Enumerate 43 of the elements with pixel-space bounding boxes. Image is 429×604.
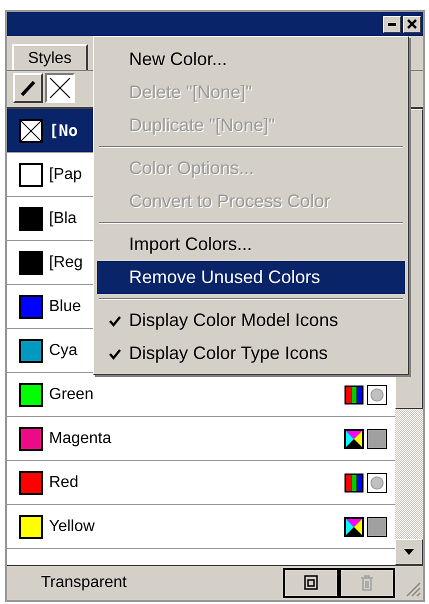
process-type-icon (367, 516, 387, 536)
spot-type-icon (367, 472, 387, 492)
swatch-name: [Pap (49, 166, 82, 184)
swatch-name: [Bla (49, 210, 77, 228)
rgb-model-icon (344, 384, 364, 404)
status-text: Transparent (41, 574, 128, 592)
swatch-name: Red (49, 474, 78, 492)
trash-icon (359, 574, 375, 592)
swatch-name: [No (49, 121, 78, 140)
swatch-row[interactable]: Magenta (7, 417, 395, 461)
none-swatch-button[interactable] (45, 73, 75, 103)
spot-type-icon (367, 384, 387, 404)
process-type-icon (367, 428, 387, 448)
swatch-name: Yellow (49, 518, 95, 536)
menu-item[interactable]: Import Colors... (97, 228, 405, 261)
rgb-model-icon (344, 472, 364, 492)
cmyk-model-icon (344, 428, 364, 448)
pencil-icon (18, 78, 38, 98)
menu-item[interactable]: Display Color Type Icons (97, 337, 405, 370)
cmyk-model-icon (344, 516, 364, 536)
swatch-name: Green (49, 386, 94, 404)
swatch-name: Cya (49, 342, 78, 360)
close-button[interactable] (403, 16, 421, 32)
none-swatch-icon (19, 118, 43, 142)
swatch-name: [Reg (49, 254, 83, 272)
close-icon (407, 19, 417, 29)
down-arrow-icon (404, 549, 414, 555)
menu-item[interactable]: Remove Unused Colors (97, 261, 405, 294)
swatch-row[interactable]: Red (7, 461, 395, 505)
new-swatch-button[interactable] (283, 568, 339, 598)
pencil-button[interactable] (13, 73, 43, 103)
swatch-row[interactable]: Yellow (7, 505, 395, 549)
menu-item[interactable]: Display Color Model Icons (97, 304, 405, 337)
cross-icon (49, 77, 71, 99)
menu-item[interactable]: New Color... (97, 43, 405, 76)
swatch-name: Blue (49, 298, 82, 316)
minimize-button[interactable] (383, 16, 401, 32)
checkmark-icon (109, 314, 121, 326)
tab[interactable]: Styles (12, 44, 88, 70)
scroll-down-button[interactable] (395, 539, 423, 565)
new-swatch-icon (303, 575, 319, 591)
swatch-name: Magenta (49, 430, 112, 448)
checkmark-icon (109, 348, 121, 360)
